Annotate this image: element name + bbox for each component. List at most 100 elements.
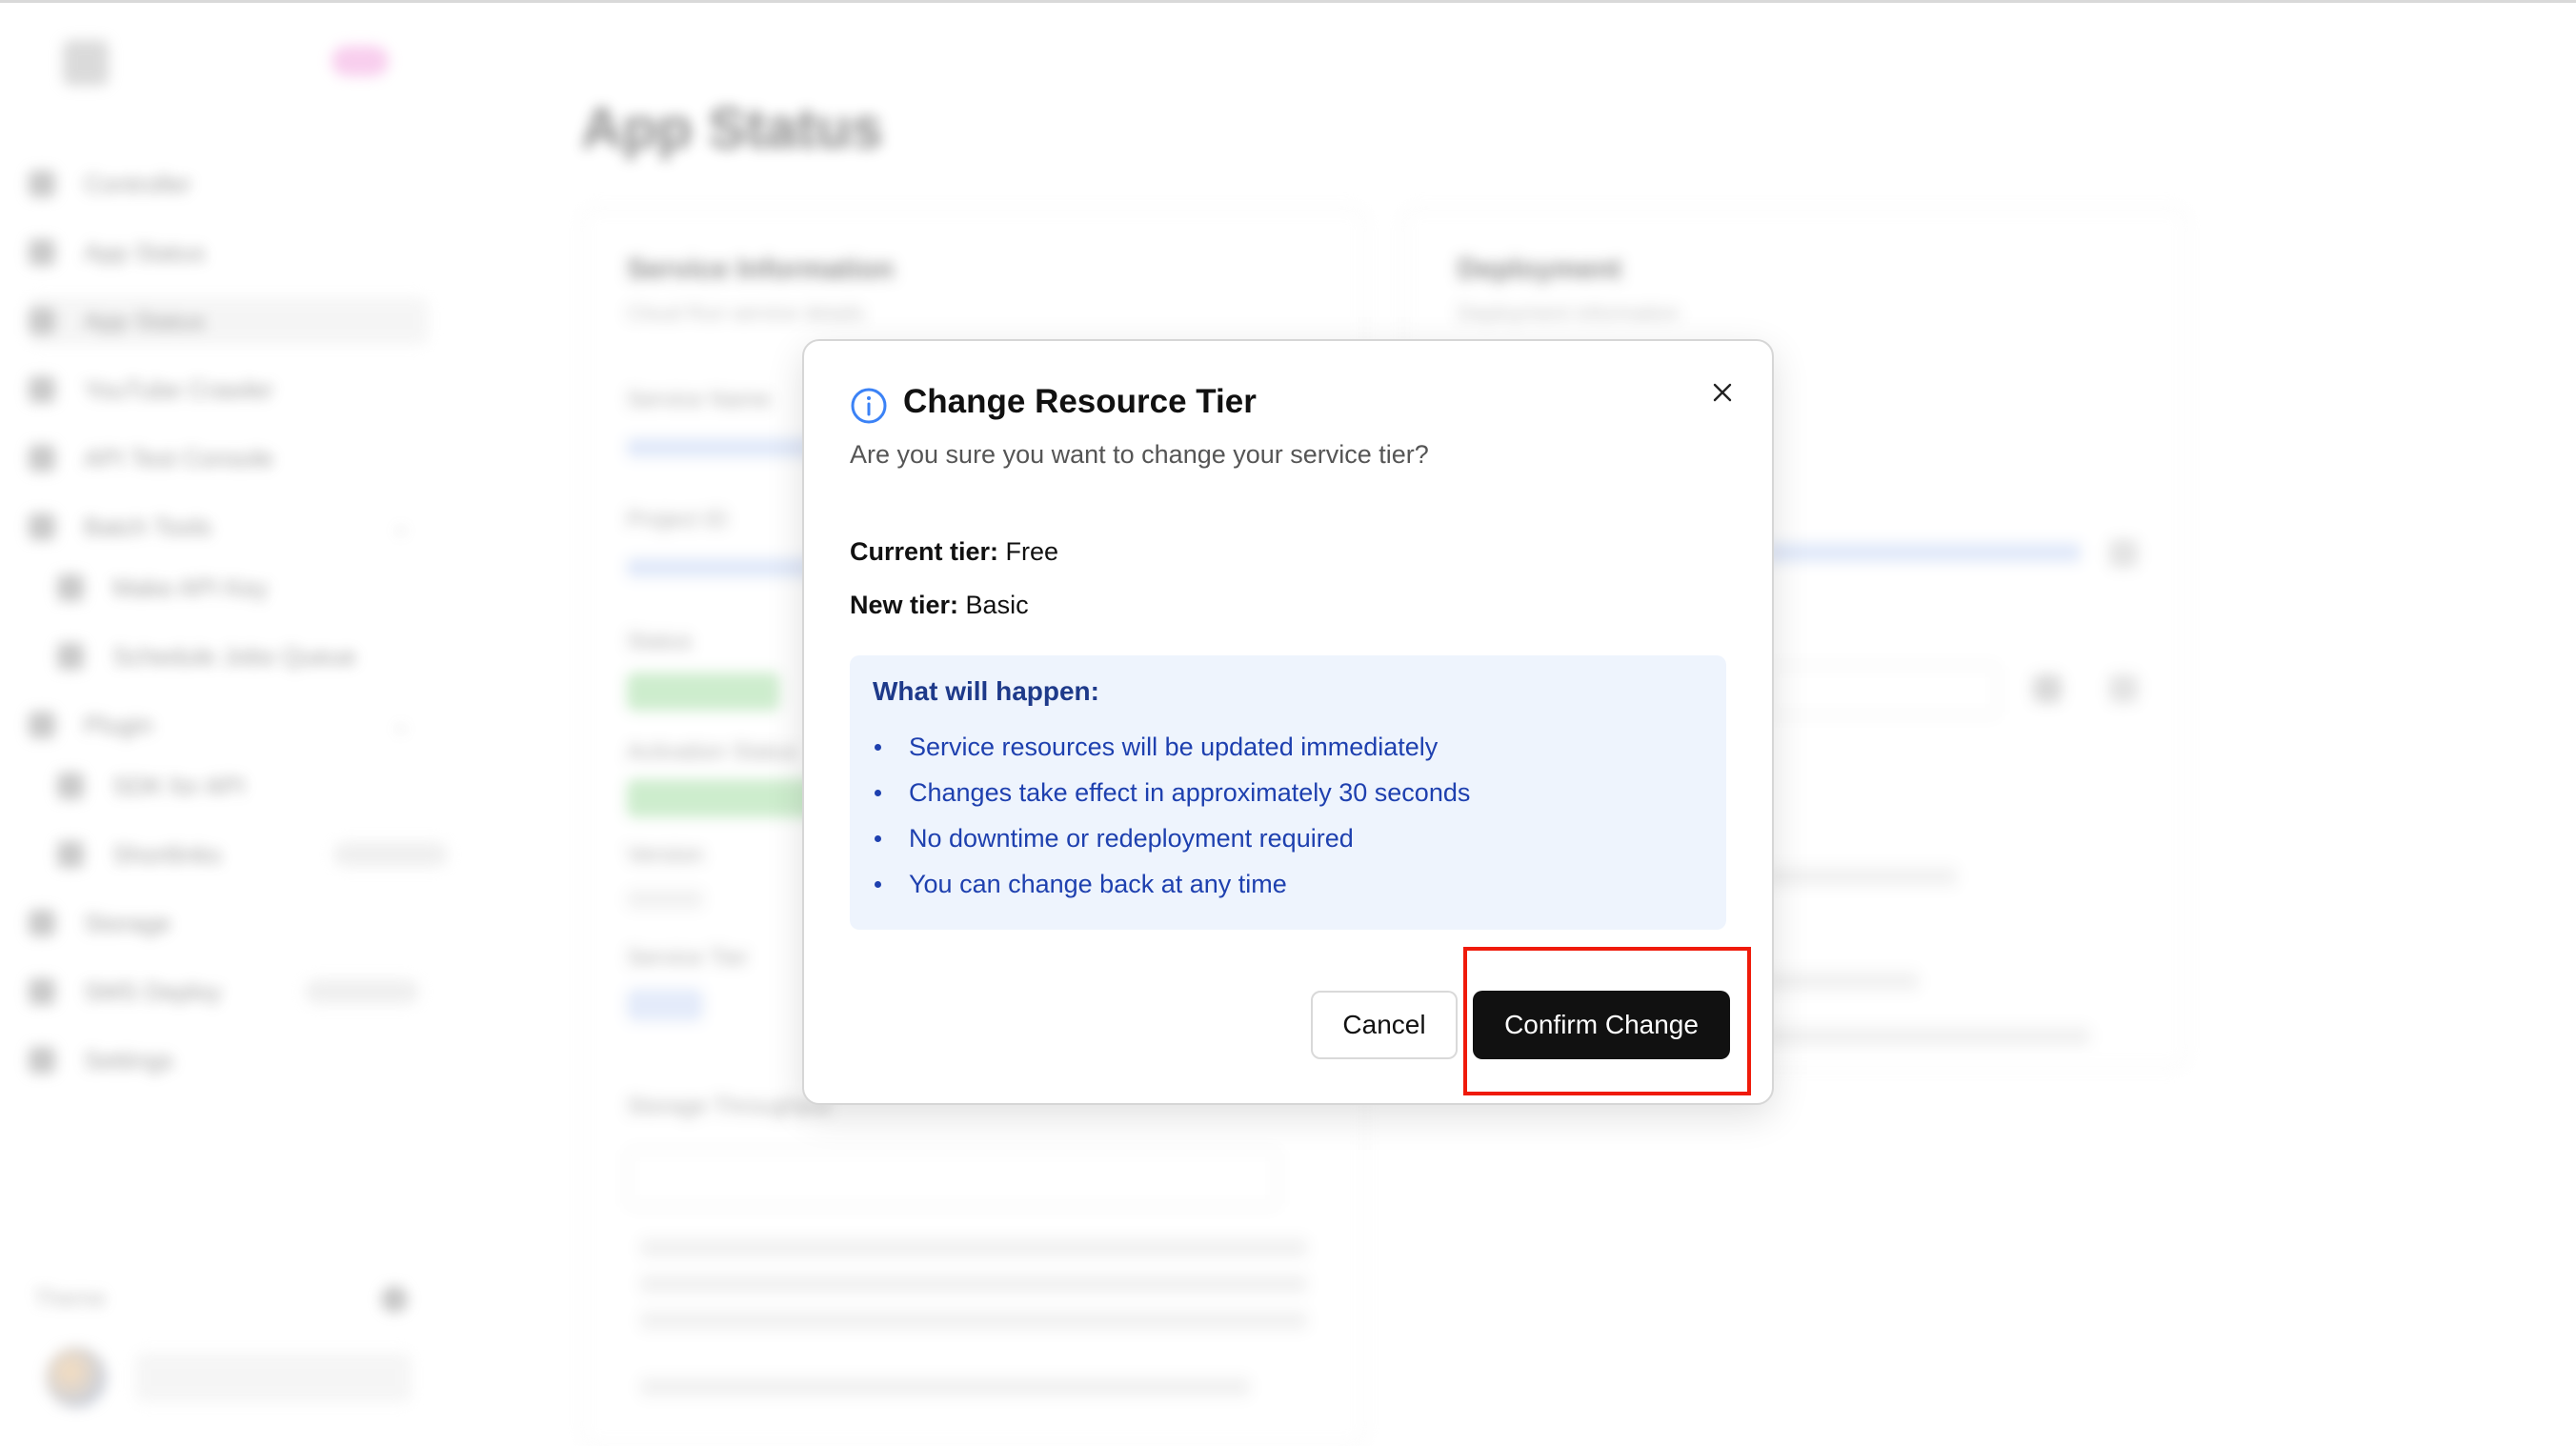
new-tier: New tier: Basic: [850, 591, 1029, 620]
row-label: Activation Status: [627, 739, 797, 765]
tier-row: [640, 1275, 1307, 1294]
sidebar-item-label: Batch Tools: [84, 512, 211, 541]
sidebar-item-label: YouTube Crawler: [84, 374, 273, 404]
sidebar-item-sms-deploy[interactable]: SMS Deploy: [29, 968, 429, 1015]
version-value: [627, 890, 703, 909]
sidebar-item-label: Make API Key: [112, 572, 269, 602]
dialog-subtitle: Are you sure you want to change your ser…: [850, 440, 1429, 469]
tier-badge: [627, 989, 703, 1021]
copy-icon[interactable]: [2109, 539, 2138, 568]
app-logo-icon: [63, 40, 109, 86]
cancel-button[interactable]: Cancel: [1311, 991, 1458, 1059]
sidebar-item-api-test-console[interactable]: API Test Console: [29, 434, 429, 482]
user-info[interactable]: [135, 1353, 412, 1402]
sidebar-item-label: API Test Console: [84, 443, 273, 472]
sidebar-item-schedule-jobs[interactable]: Schedule Jobs Queue: [57, 633, 457, 680]
deployment-note: [1766, 1027, 2090, 1046]
nav-icon: [29, 376, 55, 403]
copy-icon[interactable]: [2109, 674, 2138, 703]
sidebar-item-label: Plugin: [84, 710, 153, 739]
new-tier-value: Basic: [965, 591, 1029, 619]
close-icon: [1713, 383, 1732, 402]
list-item: No downtime or redeployment required: [873, 815, 1703, 861]
nav-icon: [29, 910, 55, 936]
deployment-field[interactable]: [1766, 665, 1999, 716]
sidebar-item-app-status[interactable]: App Status: [29, 229, 429, 276]
nav-icon: [29, 445, 55, 472]
change-resource-tier-dialog: Change Resource Tier Are you sure you wa…: [802, 339, 1774, 1105]
nav-icon: [29, 171, 55, 197]
nav-icon: [29, 978, 55, 1005]
deployment-panel-title: Deployment: [1458, 253, 1621, 285]
throughput-tabs[interactable]: [627, 1149, 1278, 1208]
dialog-title: Change Resource Tier: [903, 383, 1257, 420]
list-item: You can change back at any time: [873, 861, 1703, 907]
sidebar-item-make-api-key[interactable]: Make API Key: [57, 564, 457, 612]
nav-icon: [57, 841, 84, 868]
tier-row: [640, 1238, 1307, 1257]
nav-icon: [57, 773, 84, 799]
row-label: Service Tier: [627, 945, 748, 971]
service-panel-subtitle: Cloud Run service details: [627, 301, 865, 325]
sidebar-item-shortlinks[interactable]: Shortlinks: [57, 831, 457, 878]
sidebar-item-batch-tools[interactable]: Batch Tools ⌄: [29, 503, 429, 551]
theme-label: Theme: [34, 1286, 106, 1312]
current-tier-label: Current tier:: [850, 537, 999, 566]
row-label: Version: [627, 842, 704, 868]
sidebar-item-storage[interactable]: Storage: [29, 899, 429, 947]
info-list: Service resources will be updated immedi…: [873, 724, 1703, 907]
new-tier-label: New tier:: [850, 591, 959, 619]
deployment-note: [1766, 972, 1919, 991]
sidebar-item-label: Shortlinks: [112, 839, 222, 869]
row-label: Service Name: [627, 387, 771, 412]
service-panel-title: Service Information: [627, 253, 895, 285]
status-badge: [627, 673, 779, 711]
confirm-change-button[interactable]: Confirm Change: [1473, 991, 1730, 1059]
close-button[interactable]: [1698, 368, 1747, 417]
sidebar: Controller App Status App Status YouTube…: [0, 0, 448, 1442]
nav-icon: [57, 643, 84, 670]
nav-icon: [29, 239, 55, 266]
sidebar-item-label: Storage: [84, 908, 171, 937]
activation-badge: [627, 779, 817, 817]
project-id-value: [627, 558, 817, 577]
list-item: Service resources will be updated immedi…: [873, 724, 1703, 770]
nav-icon: [29, 308, 55, 334]
sidebar-item-label: SMS Deploy: [84, 976, 222, 1006]
deployment-url: [1766, 543, 2081, 562]
sidebar-item-settings[interactable]: Settings: [29, 1036, 429, 1084]
coming-soon-badge: [305, 979, 419, 1004]
row-label: Status: [627, 629, 693, 654]
sidebar-item-plugin[interactable]: Plugin ⌄: [29, 701, 429, 749]
nav-icon: [57, 574, 84, 601]
sidebar-item-label: Settings: [84, 1045, 173, 1074]
nav-icon: [29, 513, 55, 540]
what-will-happen-box: What will happen: Service resources will…: [850, 655, 1726, 930]
info-box-title: What will happen:: [873, 676, 1099, 706]
sidebar-item-app-status-active[interactable]: App Status: [29, 297, 429, 345]
tier-row: [640, 1311, 1307, 1330]
current-tier-value: Free: [1005, 537, 1059, 566]
sidebar-item-label: Schedule Jobs Queue: [112, 641, 356, 671]
app-logo-badge: [332, 46, 389, 76]
note-line: [640, 1377, 1250, 1396]
current-tier: Current tier: Free: [850, 537, 1058, 567]
coming-soon-badge: [333, 842, 448, 867]
sidebar-item-controller[interactable]: Controller: [29, 160, 429, 208]
sidebar-item-label: App Status: [84, 306, 206, 335]
nav-icon: [29, 712, 55, 738]
sidebar-item-sdk[interactable]: SDK for API: [57, 762, 457, 810]
theme-toggle-icon[interactable]: [381, 1286, 408, 1313]
page-title: App Status: [581, 96, 883, 160]
deployment-note: [1766, 867, 1957, 886]
list-item: Changes take effect in approximately 30 …: [873, 770, 1703, 815]
chevron-down-icon: ⌄: [392, 514, 410, 538]
app-logo-text: [124, 48, 131, 77]
info-circle-icon: [851, 388, 887, 424]
eye-icon[interactable]: [2033, 674, 2062, 703]
avatar[interactable]: [46, 1347, 107, 1408]
sidebar-item-label: App Status: [84, 237, 206, 267]
sidebar-item-label: Controller: [84, 169, 191, 198]
sidebar-item-youtube-crawler[interactable]: YouTube Crawler: [29, 366, 429, 413]
sidebar-item-label: SDK for API: [112, 771, 245, 800]
